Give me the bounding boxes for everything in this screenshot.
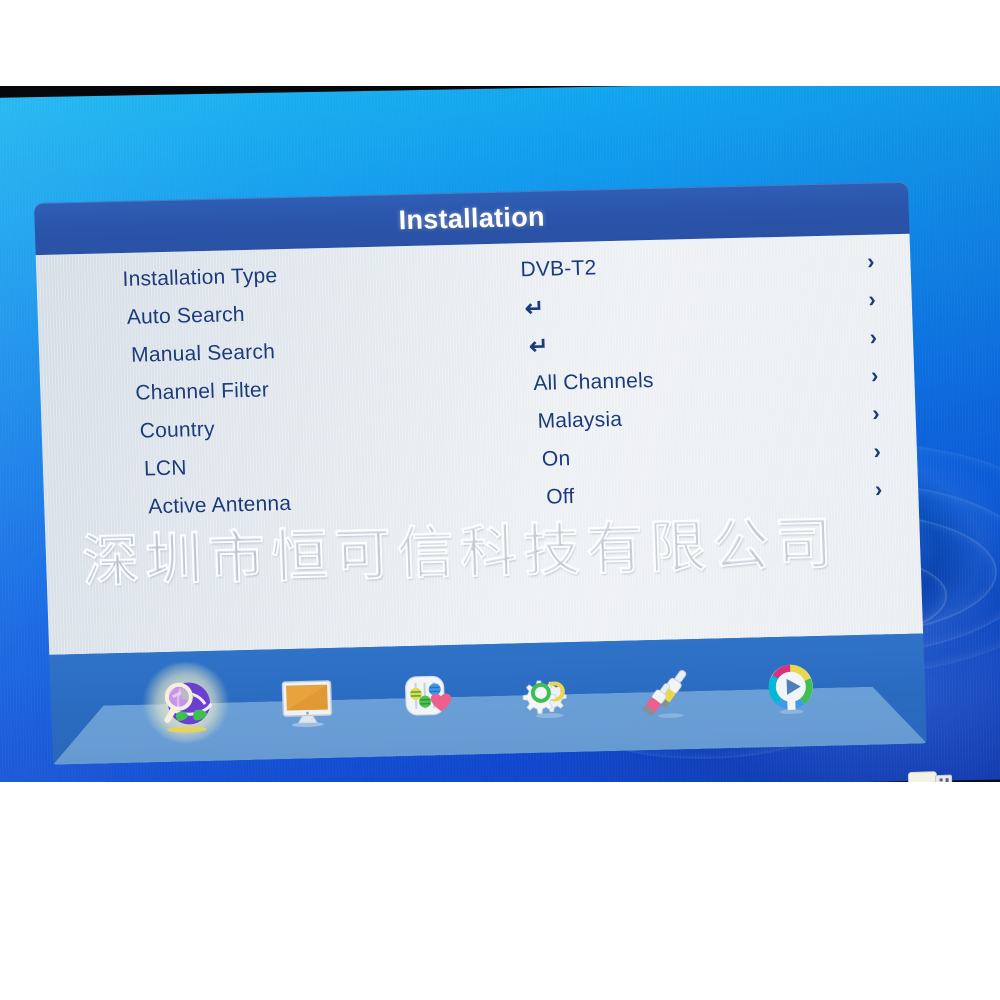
- menu-value: Off: [545, 484, 575, 509]
- media-play-icon: [752, 651, 828, 727]
- usb-drive-icon[interactable]: [906, 762, 959, 784]
- menu-label: LCN: [143, 456, 188, 481]
- menu-label: Manual Search: [130, 340, 276, 367]
- menu-label: Installation Type: [122, 264, 278, 291]
- dock-item-picture[interactable]: [245, 655, 369, 746]
- photo-bottom-margin: [0, 782, 1000, 1000]
- rca-cables-icon: [631, 654, 707, 730]
- menu-label: Active Antenna: [147, 491, 292, 519]
- category-dock: [49, 633, 927, 765]
- menu-value: DVB-T2: [520, 256, 597, 282]
- osd-panel: Installation 深圳市恒可信科技有限公司 Installation T…: [33, 181, 927, 765]
- menu-label: Country: [139, 417, 216, 443]
- screenshot-root: Installation 深圳市恒可信科技有限公司 Installation T…: [0, 0, 1000, 1000]
- dock-item-channel[interactable]: [366, 652, 490, 743]
- chevron-right-icon[interactable]: ›: [868, 281, 877, 319]
- menu-label: Channel Filter: [135, 378, 270, 405]
- monitor-icon: [268, 663, 344, 739]
- panel-body: 深圳市恒可信科技有限公司 Installation Type DVB-T2 › …: [35, 233, 924, 655]
- chevron-right-icon[interactable]: ›: [873, 432, 882, 470]
- chevron-right-icon[interactable]: ›: [869, 319, 878, 357]
- globe-magnifier-icon: [147, 666, 223, 742]
- chevron-right-icon[interactable]: ›: [870, 357, 879, 395]
- dock-item-interface[interactable]: [607, 646, 731, 737]
- enter-arrow-icon: ↵: [528, 332, 550, 360]
- chevron-right-icon[interactable]: ›: [874, 470, 883, 508]
- chevron-right-icon[interactable]: ›: [866, 243, 875, 281]
- dock-item-installation[interactable]: [124, 658, 248, 749]
- channel-heart-icon: [389, 660, 465, 736]
- menu-value: Malaysia: [537, 407, 623, 433]
- menu-label: Auto Search: [126, 302, 246, 329]
- menu-value: All Channels: [532, 369, 655, 395]
- tv-screen: Installation 深圳市恒可信科技有限公司 Installation T…: [0, 84, 1000, 784]
- gears-icon: [510, 657, 586, 733]
- tv-photo: Installation 深圳市恒可信科技有限公司 Installation T…: [0, 84, 1000, 784]
- dock-item-media[interactable]: [728, 643, 852, 734]
- photo-top-margin: [0, 0, 1000, 86]
- settings-list: Installation Type DVB-T2 › Auto Search ↵…: [36, 234, 919, 529]
- menu-value: On: [541, 447, 571, 471]
- chevron-right-icon[interactable]: ›: [872, 395, 881, 433]
- dock-item-system[interactable]: [486, 649, 610, 740]
- enter-arrow-icon: ↵: [524, 294, 545, 322]
